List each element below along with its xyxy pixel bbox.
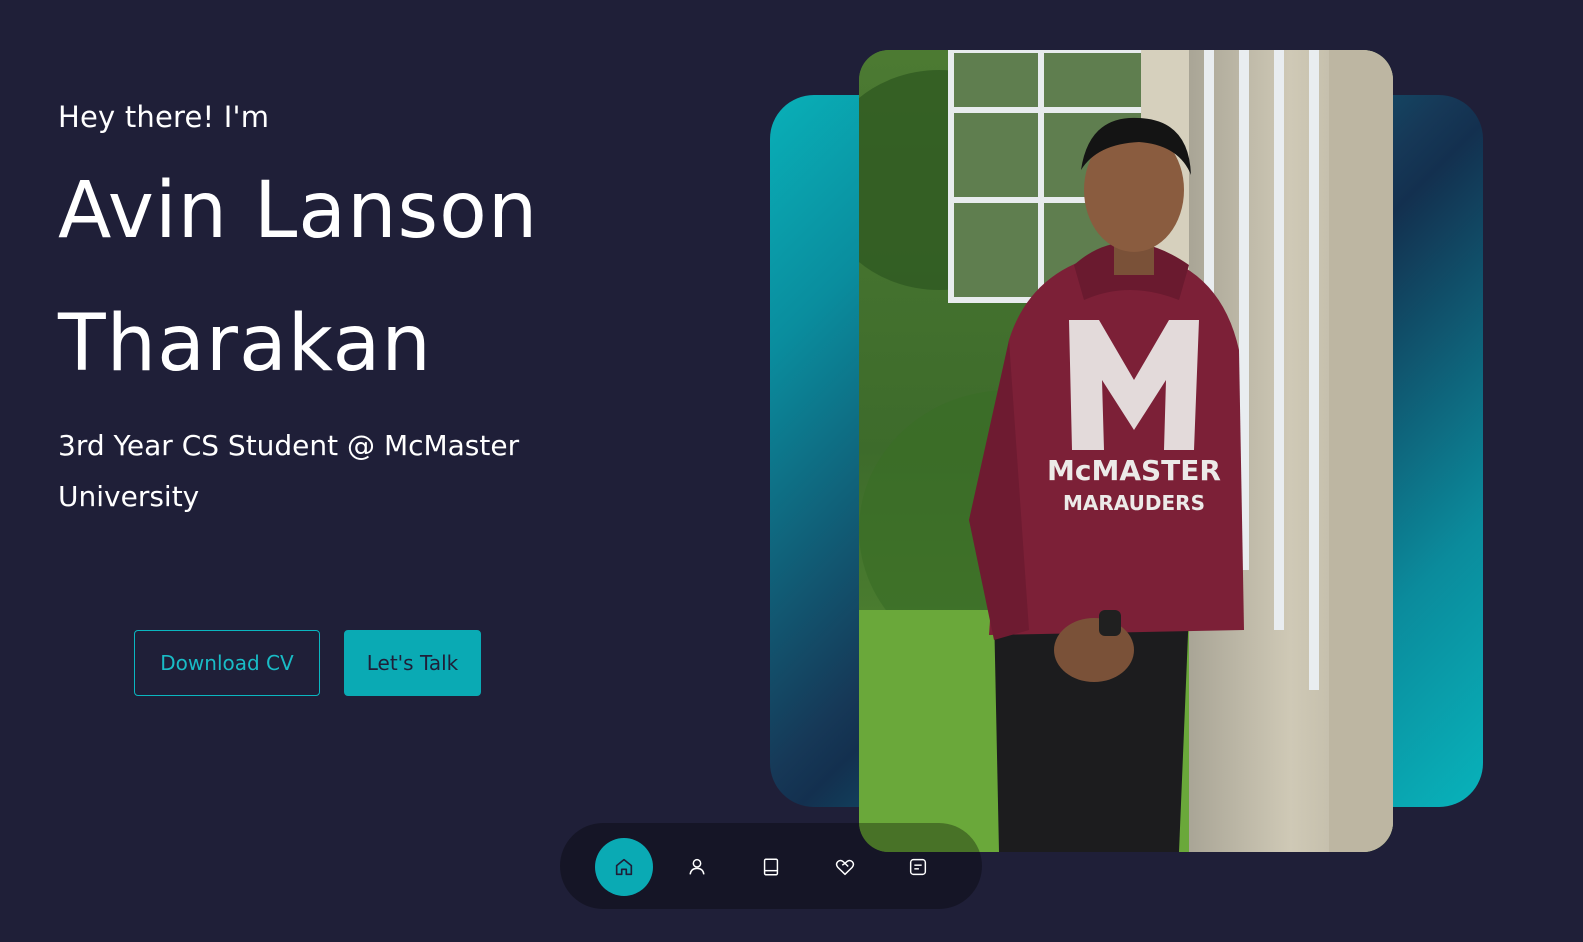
nav-experience[interactable] (742, 838, 800, 896)
handshake-heart-icon (835, 859, 855, 876)
message-icon (909, 858, 927, 876)
nav-home[interactable] (595, 838, 653, 896)
book-icon (763, 858, 779, 876)
name-first-line: Avin Lanson (58, 166, 539, 256)
bottom-nav-bar (560, 823, 982, 909)
nav-services[interactable] (816, 838, 874, 896)
nav-about[interactable] (668, 838, 726, 896)
home-icon (615, 858, 633, 876)
nav-contact[interactable] (889, 838, 947, 896)
lets-talk-button[interactable]: Let's Talk (344, 630, 481, 696)
name-second-line: Tharakan (58, 299, 432, 389)
home-section: Hey there! I'm Avin Lanson Tharakan 3rd … (0, 0, 1583, 942)
user-icon (689, 858, 705, 875)
hoodie-text-line-1: McMASTER (1047, 454, 1221, 487)
download-cv-button[interactable]: Download CV (134, 630, 320, 696)
profile-photo-illustration: McMASTER MARAUDERS (859, 50, 1393, 852)
profile-photo: McMASTER MARAUDERS (859, 50, 1393, 852)
hoodie-text-line-2: MARAUDERS (1063, 491, 1205, 515)
role-subtitle: 3rd Year CS Student @ McMaster Universit… (58, 429, 520, 513)
greeting-text: Hey there! I'm (58, 100, 270, 134)
